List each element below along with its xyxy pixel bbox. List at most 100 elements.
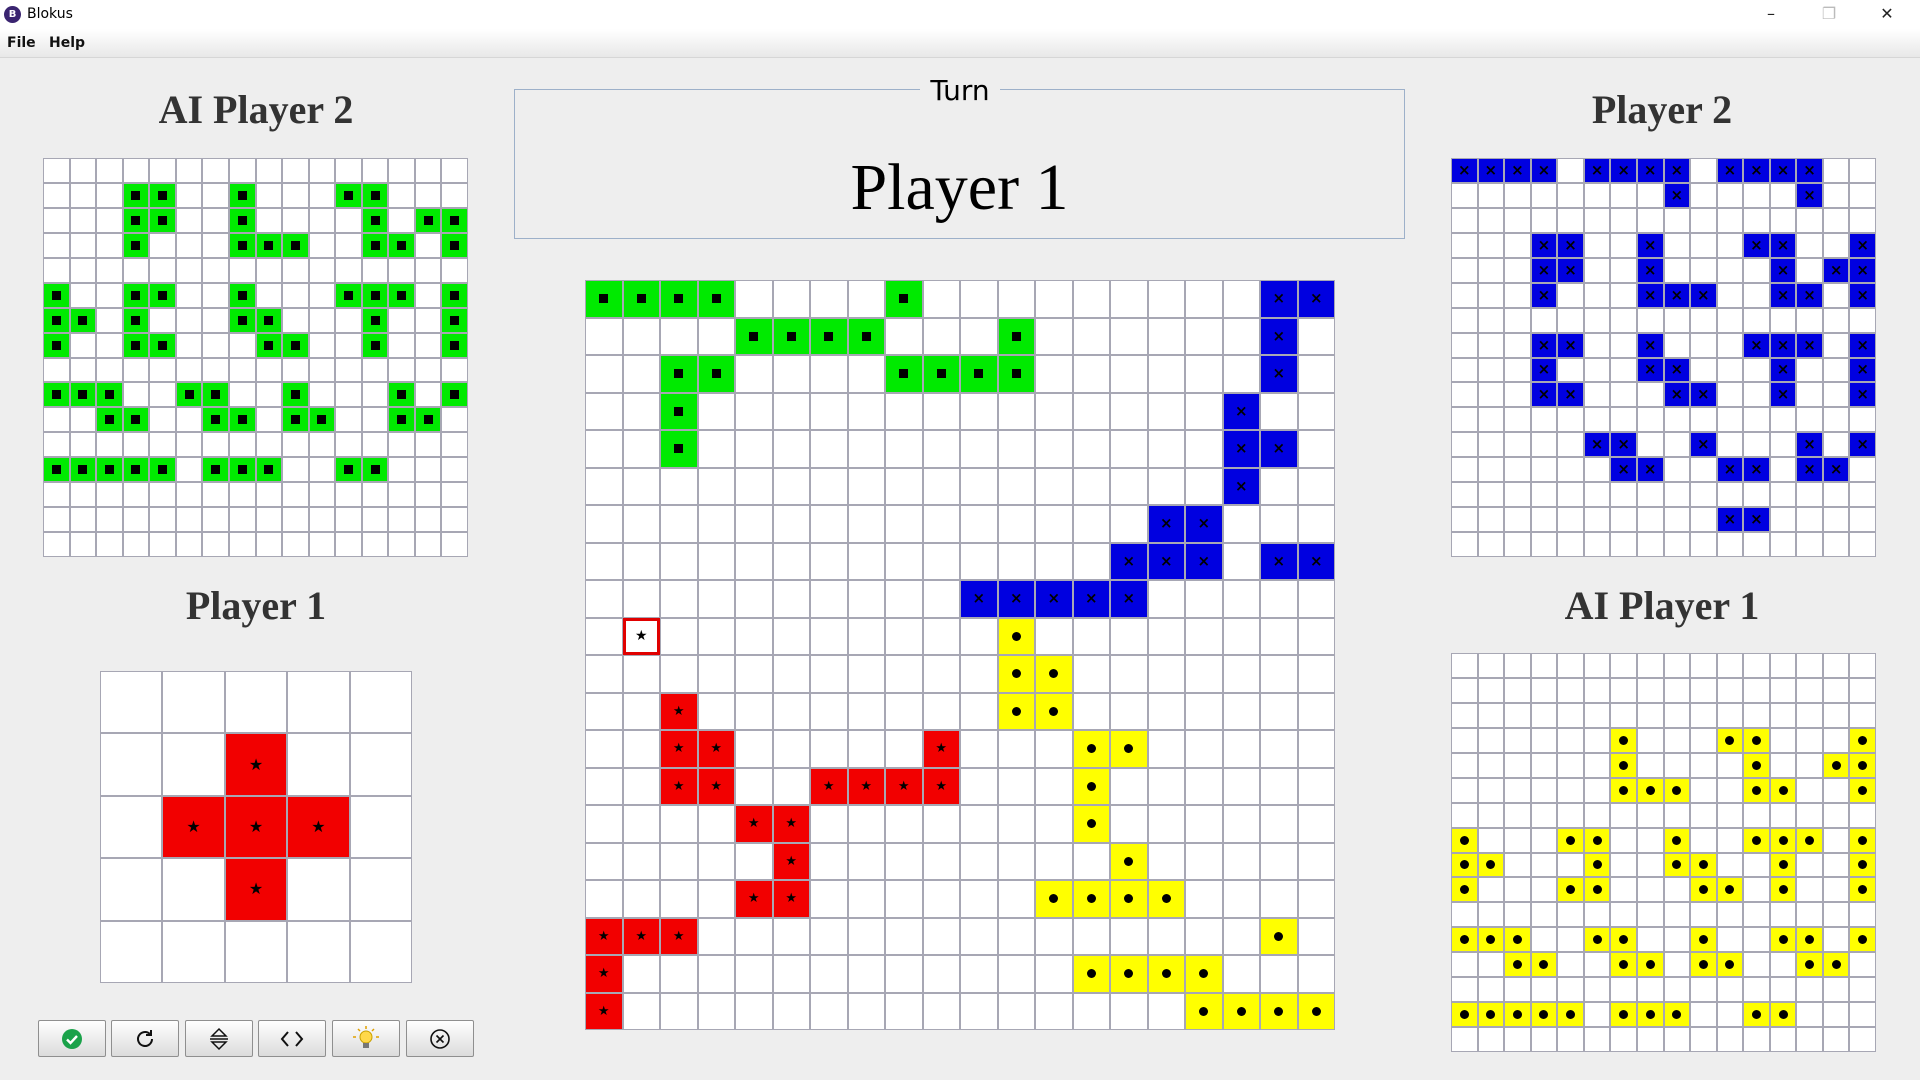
board-piece-cell[interactable]: [772, 842, 810, 880]
board-piece-cell[interactable]: [697, 767, 735, 805]
board-cell[interactable]: [772, 655, 810, 693]
menu-help[interactable]: Help: [49, 35, 85, 51]
board-cell[interactable]: [922, 805, 960, 843]
board-cell[interactable]: [1222, 580, 1260, 618]
board-piece-cell[interactable]: [660, 692, 698, 730]
board-piece-cell[interactable]: [1147, 505, 1185, 543]
board-cell[interactable]: [847, 917, 885, 955]
board-cell[interactable]: [1072, 692, 1110, 730]
board-cell[interactable]: [1110, 655, 1148, 693]
board-cell[interactable]: [1035, 355, 1073, 393]
cancel-button[interactable]: [406, 1020, 474, 1057]
board-piece-cell[interactable]: [660, 430, 698, 468]
board-cell[interactable]: [735, 580, 773, 618]
board-cell[interactable]: [1260, 842, 1298, 880]
board-piece-cell[interactable]: [735, 317, 773, 355]
board-cell[interactable]: [1147, 430, 1185, 468]
board-cell[interactable]: [1147, 767, 1185, 805]
board-cell[interactable]: [1260, 880, 1298, 918]
board-cell[interactable]: [922, 917, 960, 955]
board-cell[interactable]: [772, 767, 810, 805]
board-cell[interactable]: [1260, 692, 1298, 730]
board-cell[interactable]: [847, 842, 885, 880]
board-cell[interactable]: [622, 542, 660, 580]
board-cell[interactable]: [885, 505, 923, 543]
board-cell[interactable]: [847, 805, 885, 843]
board-cell[interactable]: [1035, 730, 1073, 768]
board-piece-cell[interactable]: [810, 317, 848, 355]
board-cell[interactable]: [1072, 505, 1110, 543]
board-cell[interactable]: [997, 467, 1035, 505]
board-cell[interactable]: [997, 955, 1035, 993]
board-piece-cell[interactable]: [1035, 880, 1073, 918]
menu-file[interactable]: File: [7, 35, 36, 51]
board-cell[interactable]: [1222, 880, 1260, 918]
board-cell[interactable]: [1222, 505, 1260, 543]
board-piece-cell[interactable]: [1260, 280, 1298, 318]
board-cell[interactable]: [997, 992, 1035, 1030]
board-piece-cell[interactable]: [660, 355, 698, 393]
board-cell[interactable]: [1147, 467, 1185, 505]
board-cell[interactable]: [922, 842, 960, 880]
board-cell[interactable]: [585, 430, 623, 468]
board-cell[interactable]: [1035, 767, 1073, 805]
board-cell[interactable]: [847, 617, 885, 655]
board-cell[interactable]: [735, 767, 773, 805]
board-piece-cell[interactable]: [960, 580, 998, 618]
board-cell[interactable]: [1110, 917, 1148, 955]
board-cell[interactable]: [885, 467, 923, 505]
board-cell[interactable]: [997, 542, 1035, 580]
board-cell[interactable]: [1035, 317, 1073, 355]
board-cell[interactable]: [697, 655, 735, 693]
board-cell[interactable]: [1185, 767, 1223, 805]
board-cell[interactable]: [810, 992, 848, 1030]
board-cell[interactable]: [1260, 392, 1298, 430]
board-piece-cell[interactable]: [1260, 917, 1298, 955]
board-cell[interactable]: [960, 467, 998, 505]
board-piece-cell[interactable]: [1110, 730, 1148, 768]
board-cell[interactable]: [960, 542, 998, 580]
board-cell[interactable]: [885, 730, 923, 768]
board-piece-cell[interactable]: [1147, 955, 1185, 993]
board-piece-cell[interactable]: [997, 655, 1035, 693]
board-cell[interactable]: [1222, 280, 1260, 318]
board-cell[interactable]: [660, 542, 698, 580]
board-cell[interactable]: [922, 467, 960, 505]
board-piece-cell[interactable]: [847, 767, 885, 805]
board-piece-cell[interactable]: [885, 355, 923, 393]
board-piece-cell[interactable]: [1072, 767, 1110, 805]
board-cell[interactable]: [697, 880, 735, 918]
board-cell[interactable]: [1185, 880, 1223, 918]
board-cell[interactable]: [1260, 805, 1298, 843]
board-cell[interactable]: [660, 992, 698, 1030]
confirm-button[interactable]: [38, 1020, 106, 1057]
board-cell[interactable]: [1185, 917, 1223, 955]
board-piece-cell[interactable]: [622, 280, 660, 318]
board-cell[interactable]: [1035, 280, 1073, 318]
board-cell[interactable]: [847, 955, 885, 993]
board-cell[interactable]: [1185, 280, 1223, 318]
board-cell[interactable]: [885, 392, 923, 430]
board-cell[interactable]: [1072, 542, 1110, 580]
board-cell[interactable]: [1185, 580, 1223, 618]
board-cell[interactable]: [1147, 917, 1185, 955]
board-piece-cell[interactable]: [922, 355, 960, 393]
board-cell[interactable]: [1147, 317, 1185, 355]
board-cell[interactable]: [735, 280, 773, 318]
board-cell[interactable]: [1035, 617, 1073, 655]
board-cell[interactable]: [660, 617, 698, 655]
board-cell[interactable]: [697, 467, 735, 505]
board-cell[interactable]: [1297, 392, 1335, 430]
board-cell[interactable]: [585, 392, 623, 430]
board-cell[interactable]: [847, 692, 885, 730]
board-cell[interactable]: [847, 542, 885, 580]
board-cell[interactable]: [997, 842, 1035, 880]
board-piece-cell[interactable]: [1072, 730, 1110, 768]
board-cell[interactable]: [1072, 317, 1110, 355]
board-cell[interactable]: [1035, 542, 1073, 580]
board-piece-cell[interactable]: [697, 730, 735, 768]
board-cell[interactable]: [772, 355, 810, 393]
board-cell[interactable]: [585, 467, 623, 505]
board-cell[interactable]: [772, 992, 810, 1030]
board-cell[interactable]: [772, 580, 810, 618]
